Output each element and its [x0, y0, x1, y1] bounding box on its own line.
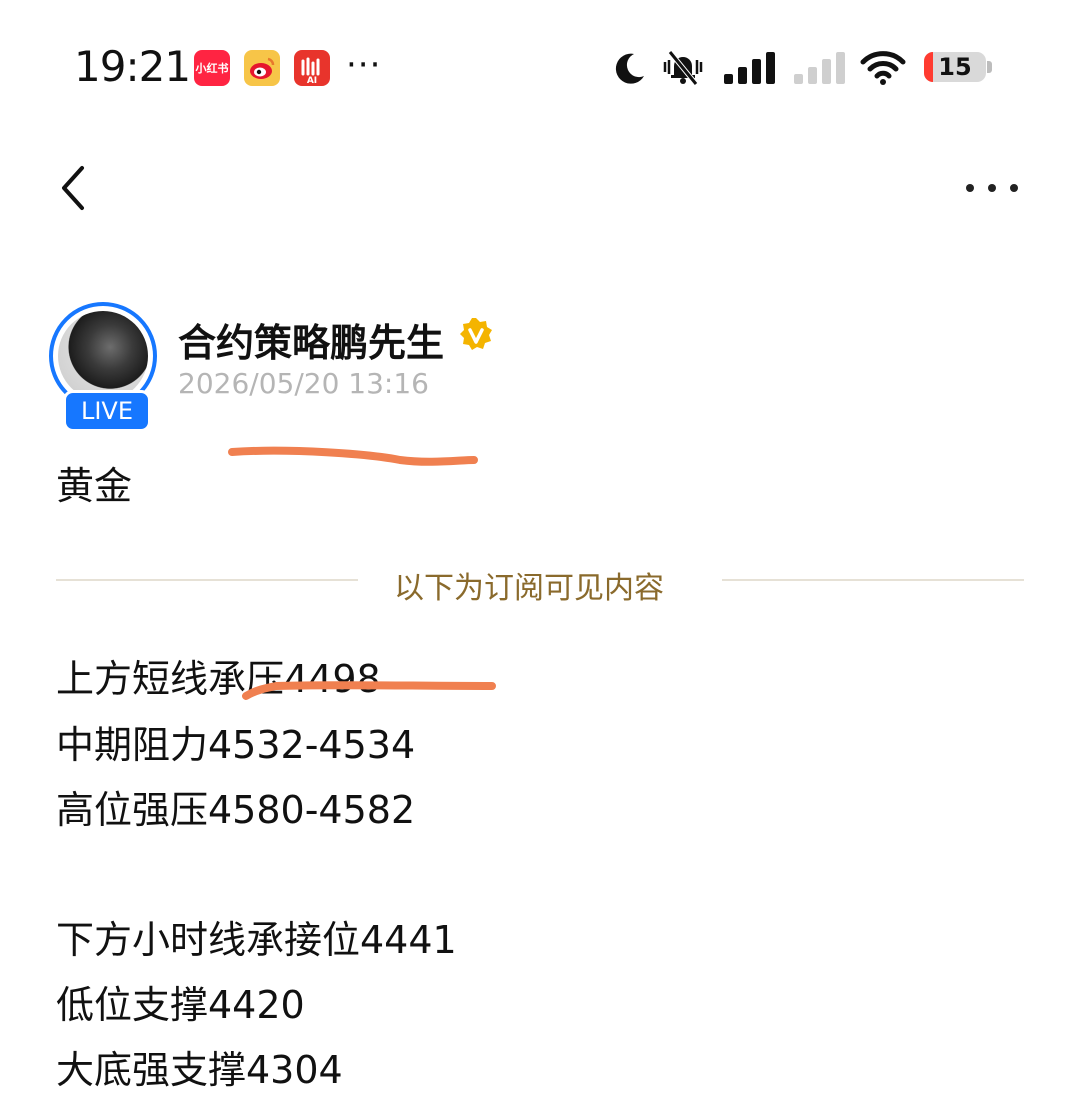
more-horizontal-icon [966, 184, 1018, 192]
chevron-left-icon [62, 166, 84, 210]
verified-badge-icon [458, 316, 494, 356]
battery-level: 15 [938, 53, 972, 81]
weibo-icon [244, 50, 280, 86]
signal-sim1-icon [722, 50, 778, 90]
xiaohongshu-icon-label: 小红书 [195, 62, 229, 75]
battery-tip [987, 61, 992, 73]
muted-bell-icon [660, 48, 706, 92]
content-line: 中期阻力4532-4534 [56, 723, 416, 767]
divider-left [56, 579, 358, 581]
ai-app-icon-label: AI [306, 76, 318, 86]
content-line: 大底强支撑4304 [56, 1048, 343, 1092]
post-date: 2026/05/20 13:16 [178, 367, 429, 400]
avatar-photo [58, 311, 148, 401]
back-button[interactable] [52, 160, 96, 216]
live-badge[interactable]: LIVE [63, 390, 151, 432]
notification-more: ··· [346, 45, 382, 85]
content-line: 下方小时线承接位4441 [56, 918, 457, 962]
signal-sim2-icon [792, 50, 848, 90]
content-line: 低位支撑4420 [56, 983, 305, 1027]
xiaohongshu-icon: 小红书 [194, 50, 230, 86]
wifi-icon [860, 50, 906, 90]
ai-app-icon: AI [294, 50, 330, 86]
content-line: 高位强压4580-4582 [56, 788, 416, 832]
post-title: 黄金 [56, 464, 133, 508]
subscriber-divider-label: 以下为订阅可见内容 [394, 571, 664, 606]
status-time: 19:21 [74, 42, 191, 91]
author-name[interactable]: 合约策略鹏先生 [178, 312, 444, 367]
more-options-button[interactable] [960, 172, 1024, 202]
battery-indicator: 15 [924, 52, 986, 82]
annotation-underline-date [228, 446, 478, 466]
divider-right [722, 579, 1024, 581]
annotation-underline-line1 [242, 681, 496, 700]
moon-icon [610, 50, 648, 92]
